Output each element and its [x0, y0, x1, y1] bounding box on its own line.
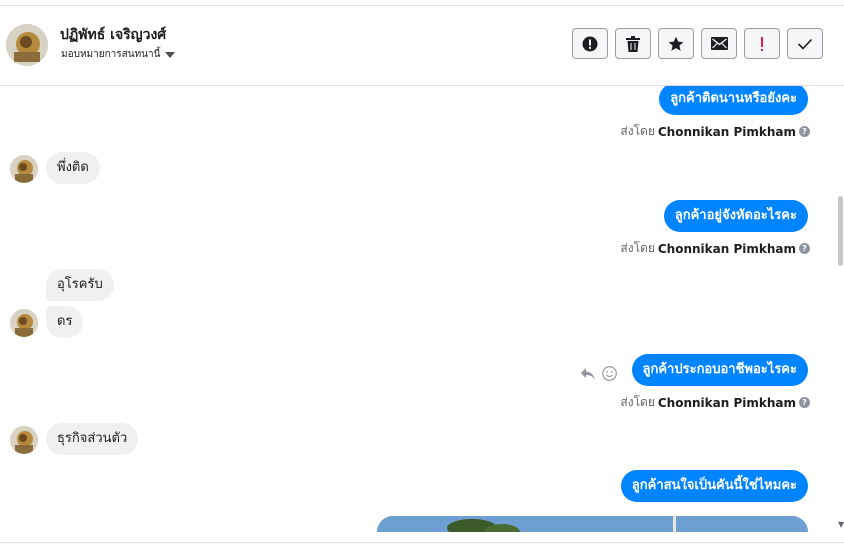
bottom-divider: [0, 542, 844, 543]
check-icon: [797, 38, 813, 50]
help-icon[interactable]: ?: [799, 126, 810, 137]
conversation-header: ปฏิพัทธ์ เจริญวงศ์ มอบหมายการสนทนานี้: [0, 6, 844, 86]
help-icon[interactable]: ?: [799, 397, 810, 408]
contact-avatar-small: [10, 155, 38, 183]
emoji-icon[interactable]: [602, 366, 617, 381]
important-button[interactable]: [744, 28, 780, 59]
sent-by-label: ส่งโดย Chonnikan Pimkham ?: [620, 122, 810, 141]
contact-avatar-small: [10, 426, 38, 454]
incoming-message: พึ่งติด: [46, 152, 100, 184]
reply-icon[interactable]: [580, 367, 596, 381]
contact-avatar[interactable]: [6, 24, 48, 66]
message-thread: ลูกค้าติดนานหรือยังคะ ส่งโดย Chonnikan P…: [0, 86, 836, 532]
contact-avatar-small: [10, 309, 38, 337]
conversation-actions: [572, 28, 823, 59]
contact-name: ปฏิพัทธ์ เจริญวงศ์: [60, 27, 167, 43]
incoming-message: ธุรกิจส่วนตัว: [46, 423, 139, 455]
envelope-icon: [710, 37, 728, 50]
caret-down-icon: [165, 52, 176, 58]
mark-unread-button[interactable]: [701, 28, 737, 59]
assign-conversation-dropdown[interactable]: มอบหมายการสนทนานี้: [61, 47, 176, 62]
outgoing-message: ลูกค้าประกอบอาชีพอะไรคะ: [631, 354, 808, 386]
assign-label: มอบหมายการสนทนานี้: [61, 49, 161, 60]
incoming-message: อุโรครับ: [46, 269, 114, 301]
star-icon: [668, 36, 684, 51]
help-icon[interactable]: ?: [799, 243, 810, 254]
sent-by-label: ส่งโดย Chonnikan Pimkham ?: [620, 393, 810, 412]
done-button[interactable]: [787, 28, 823, 59]
star-button[interactable]: [658, 28, 694, 59]
image-attachment[interactable]: [377, 516, 808, 532]
message-hover-actions: [580, 366, 617, 381]
outgoing-message: ลูกค้าติดนานหรือยังคะ: [659, 86, 808, 115]
incoming-message: ดร: [46, 306, 84, 338]
trash-icon: [626, 35, 640, 52]
delete-button[interactable]: [615, 28, 651, 59]
outgoing-message: ลูกค้าอยู่จังหัดอะไรคะ: [663, 200, 808, 232]
exclamation-icon: [761, 36, 763, 51]
alert-circle-icon: [582, 36, 598, 51]
scrollbar-thumb[interactable]: [838, 196, 843, 266]
scrollbar-track[interactable]: [836, 86, 844, 532]
spam-button[interactable]: [572, 28, 608, 59]
scroll-down-icon[interactable]: ▼: [838, 520, 844, 529]
sent-by-label: ส่งโดย Chonnikan Pimkham ?: [620, 239, 810, 258]
outgoing-message: ลูกค้าสนใจเป็นคันนี้ใช่ไหมคะ: [620, 470, 808, 502]
